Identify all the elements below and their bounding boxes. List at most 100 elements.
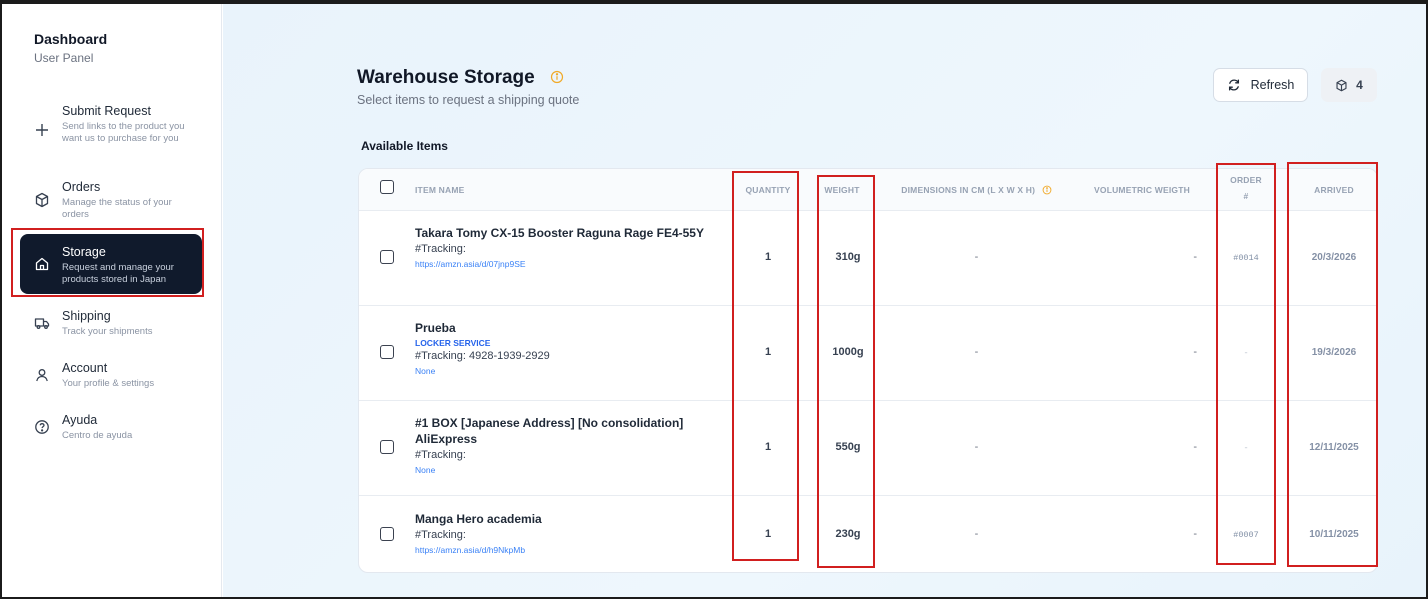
sidebar-item-desc: Your profile & settings [62,378,155,389]
column-volumetric: VOLUMETRIC WEIGTH [1094,185,1190,195]
item-name: Prueba [415,321,456,335]
row-checkbox[interactable] [380,440,394,454]
volumetric-cell: - [1193,251,1197,263]
column-order-line2: # [1243,191,1249,201]
refresh-button[interactable]: Refresh [1213,68,1308,102]
weight-cell: 550g [835,441,861,453]
section-title: Available Items [361,139,448,153]
table-row[interactable]: Takara Tomy CX-15 Booster Raguna Rage FE… [359,211,1377,306]
dimensions-cell: - [974,528,979,540]
arrived-cell: 10/11/2025 [1309,529,1359,540]
volumetric-cell: - [1193,346,1197,358]
arrived-cell: 12/11/2025 [1309,442,1359,453]
app-window: Dashboard User Panel Submit Request Send… [2,4,1426,597]
sidebar: Dashboard User Panel Submit Request Send… [2,4,222,597]
order-cell: - [1243,348,1249,358]
plus-icon [34,122,50,138]
sidebar-item-storage[interactable]: Storage Request and manage your products… [20,234,202,294]
weight-cell: 310g [835,251,861,263]
item-info: #1 BOX [Japanese Address] [No consolidat… [415,415,715,475]
item-info: Prueba LOCKER SERVICE #Tracking: 4928-19… [415,320,715,376]
arrived-cell: 20/3/2026 [1311,252,1357,263]
item-tracking: #Tracking: [415,449,466,461]
quantity-cell: 1 [764,441,772,453]
item-count-badge: 4 [1321,68,1377,102]
order-cell[interactable]: #0014 [1221,253,1271,263]
sidebar-item-desc: Track your shipments [62,326,153,337]
sidebar-item-shipping[interactable]: Shipping Track your shipments [20,309,202,338]
sidebar-item-desc: Request and manage your products stored … [62,262,174,285]
sidebar-item-desc: Manage the status of your orders [62,197,172,220]
column-item-name: ITEM NAME [415,185,465,195]
main-content: Warehouse Storage Select items to reques… [223,4,1426,597]
item-link[interactable]: None [415,465,715,475]
sidebar-item-label: Orders [62,180,101,194]
info-icon[interactable] [550,70,564,84]
sidebar-item-label: Account [62,361,108,375]
quantity-cell: 1 [764,251,772,263]
column-quantity: QUANTITY [745,185,791,195]
dimensions-cell: - [974,346,979,358]
volumetric-cell: - [1193,441,1197,453]
column-order-line1: ORDER [1230,175,1262,185]
column-dimensions: DIMENSIONS IN CM (L X W X H) [884,184,1069,198]
volumetric-cell: - [1193,528,1197,540]
weight-cell: 1000g [832,346,864,358]
weight-cell: 230g [835,528,861,540]
help-icon [34,419,50,435]
package-icon [34,192,50,208]
brand-subtitle: User Panel [34,51,94,65]
item-service-tag: LOCKER SERVICE [415,338,491,348]
table-row[interactable]: Manga Hero academia #Tracking: https://a… [359,496,1377,572]
quantity-cell: 1 [764,528,772,540]
info-icon[interactable] [1042,185,1052,198]
sidebar-item-label: Ayuda [62,413,98,427]
dimensions-cell: - [974,441,979,453]
order-cell: - [1243,443,1249,453]
home-icon [34,256,50,272]
sidebar-item-desc: Send links to the product you want us to… [62,121,185,144]
sidebar-item-desc: Centro de ayuda [62,430,133,441]
page-subtitle: Select items to request a shipping quote [357,93,580,107]
order-cell[interactable]: #0007 [1221,530,1271,540]
package-icon [1336,79,1347,91]
column-weight: WEIGHT [824,185,860,195]
row-checkbox[interactable] [380,527,394,541]
select-all-checkbox[interactable] [380,180,394,194]
arrived-cell: 19/3/2026 [1311,347,1357,358]
row-checkbox[interactable] [380,250,394,264]
item-link[interactable]: None [415,366,715,376]
item-name: Takara Tomy CX-15 Booster Raguna Rage FE… [415,226,704,240]
table-header: ITEM NAME QUANTITY WEIGHT DIMENSIONS IN … [359,169,1377,211]
brand: Dashboard User Panel [34,31,107,65]
column-arrived: ARRIVED [1314,185,1354,195]
item-link[interactable]: https://amzn.asia/d/07jnp9SE [415,259,715,269]
sidebar-item-account[interactable]: Account Your profile & settings [20,361,202,390]
item-link[interactable]: https://amzn.asia/d/h9NkpMb [415,545,715,555]
refresh-icon [1228,79,1239,91]
sidebar-item-label: Shipping [62,309,111,323]
item-name: #1 BOX [Japanese Address] [No consolidat… [415,416,684,446]
item-count: 4 [1356,78,1363,92]
refresh-label: Refresh [1250,78,1295,92]
item-tracking: #Tracking: [415,529,466,541]
item-name: Manga Hero academia [415,512,542,526]
dimensions-cell: - [974,251,979,263]
item-info: Manga Hero academia #Tracking: https://a… [415,511,715,555]
sidebar-item-ayuda[interactable]: Ayuda Centro de ayuda [20,413,202,442]
item-tracking: #Tracking: [415,243,466,255]
sidebar-item-orders[interactable]: Orders Manage the status of your orders [20,180,202,221]
row-checkbox[interactable] [380,345,394,359]
quantity-cell: 1 [764,346,772,358]
sidebar-item-label: Storage [62,245,106,259]
items-table: ITEM NAME QUANTITY WEIGHT DIMENSIONS IN … [358,168,1378,573]
user-icon [34,367,50,383]
sidebar-item-submit-request[interactable]: Submit Request Send links to the product… [20,104,202,145]
column-order: ORDER # [1221,174,1271,202]
item-info: Takara Tomy CX-15 Booster Raguna Rage FE… [415,225,715,269]
brand-title: Dashboard [34,31,108,47]
page-title: Warehouse Storage [357,67,535,88]
table-row[interactable]: Prueba LOCKER SERVICE #Tracking: 4928-19… [359,306,1377,401]
table-row[interactable]: #1 BOX [Japanese Address] [No consolidat… [359,401,1377,496]
column-dimensions-label: DIMENSIONS IN CM (L X W X H) [901,185,1036,195]
